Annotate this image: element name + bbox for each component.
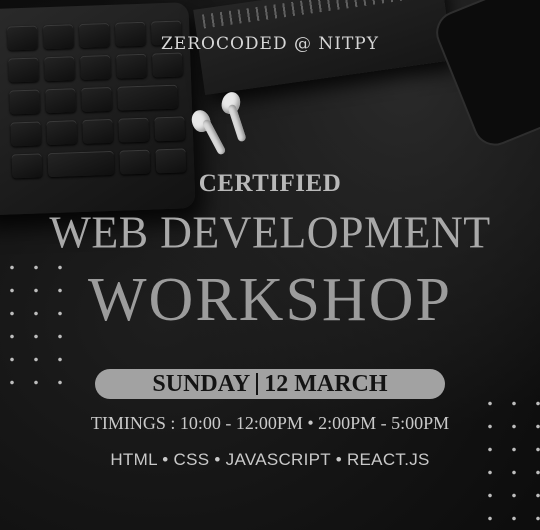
certified-label: CERTIFIED xyxy=(198,170,342,197)
workshop-poster: ZEROCODED @ NITPY CERTIFIED WEB DEVELOPM… xyxy=(0,0,540,530)
title-line-2: WORKSHOP xyxy=(88,266,452,334)
date-divider xyxy=(256,373,259,395)
brand-handle: ZEROCODED @ NITPY xyxy=(161,34,379,54)
phone-icon xyxy=(429,0,540,153)
event-day: SUNDAY xyxy=(152,370,251,397)
title-line-1: WEB DEVELOPMENT xyxy=(49,207,491,258)
topics-list: HTML • CSS • JAVASCRIPT • REACT.JS xyxy=(110,450,430,469)
event-date: 12 MARCH xyxy=(264,370,388,397)
timings-text: TIMINGS : 10:00 - 12:00PM • 2:00PM - 5:0… xyxy=(90,413,450,433)
date-badge: SUNDAY 12 MARCH xyxy=(95,369,445,399)
